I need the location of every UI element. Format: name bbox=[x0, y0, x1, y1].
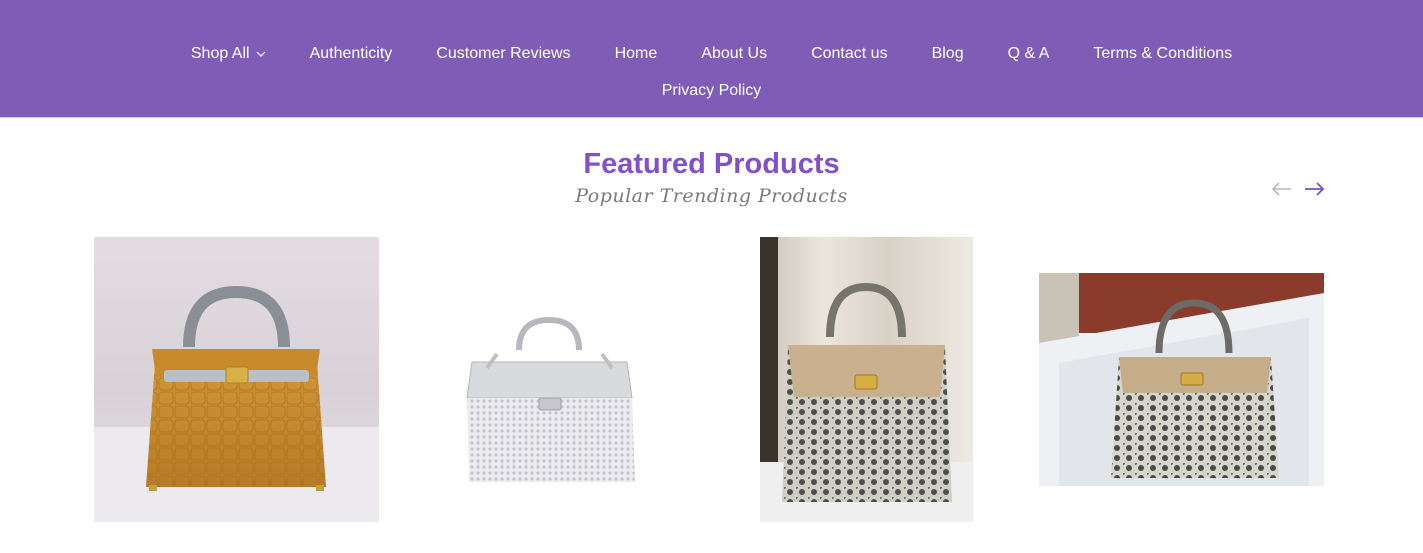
arrow-right-icon[interactable] bbox=[1303, 180, 1325, 198]
nav-about-us[interactable]: About Us bbox=[701, 44, 767, 64]
featured-products-subtitle: Popular Trending Products bbox=[575, 185, 848, 207]
nav-shop-all-label: Shop All bbox=[190, 45, 250, 62]
chevron-down-icon bbox=[256, 51, 266, 57]
nav-terms-conditions[interactable]: Terms & Conditions bbox=[1093, 44, 1232, 64]
main-nav-row: Shop All Authenticity Customer Reviews H… bbox=[0, 44, 1423, 64]
nav-customer-reviews[interactable]: Customer Reviews bbox=[436, 44, 570, 64]
nav-home[interactable]: Home bbox=[615, 44, 658, 64]
nav-authenticity[interactable]: Authenticity bbox=[310, 44, 393, 64]
product-card-1[interactable] bbox=[94, 237, 379, 522]
featured-products-title: Featured Products bbox=[583, 148, 840, 180]
nav-blog[interactable]: Blog bbox=[932, 44, 964, 64]
product-card-2[interactable] bbox=[427, 290, 672, 505]
secondary-nav-row: Privacy Policy bbox=[0, 81, 1423, 101]
product-image-4[interactable] bbox=[1039, 273, 1324, 486]
nav-privacy-policy[interactable]: Privacy Policy bbox=[662, 81, 762, 101]
product-image-2[interactable] bbox=[427, 290, 672, 505]
nav-contact-us[interactable]: Contact us bbox=[811, 44, 887, 64]
product-card-3[interactable] bbox=[760, 237, 973, 522]
nav-shop-all[interactable]: Shop All bbox=[191, 44, 266, 64]
nav-q-and-a[interactable]: Q & A bbox=[1008, 44, 1050, 64]
arrow-left-icon[interactable] bbox=[1271, 180, 1293, 198]
top-navigation-bar: Shop All Authenticity Customer Reviews H… bbox=[0, 0, 1423, 118]
product-image-1[interactable] bbox=[94, 237, 379, 522]
product-card-4[interactable] bbox=[1039, 273, 1324, 486]
product-image-3[interactable] bbox=[760, 237, 973, 522]
